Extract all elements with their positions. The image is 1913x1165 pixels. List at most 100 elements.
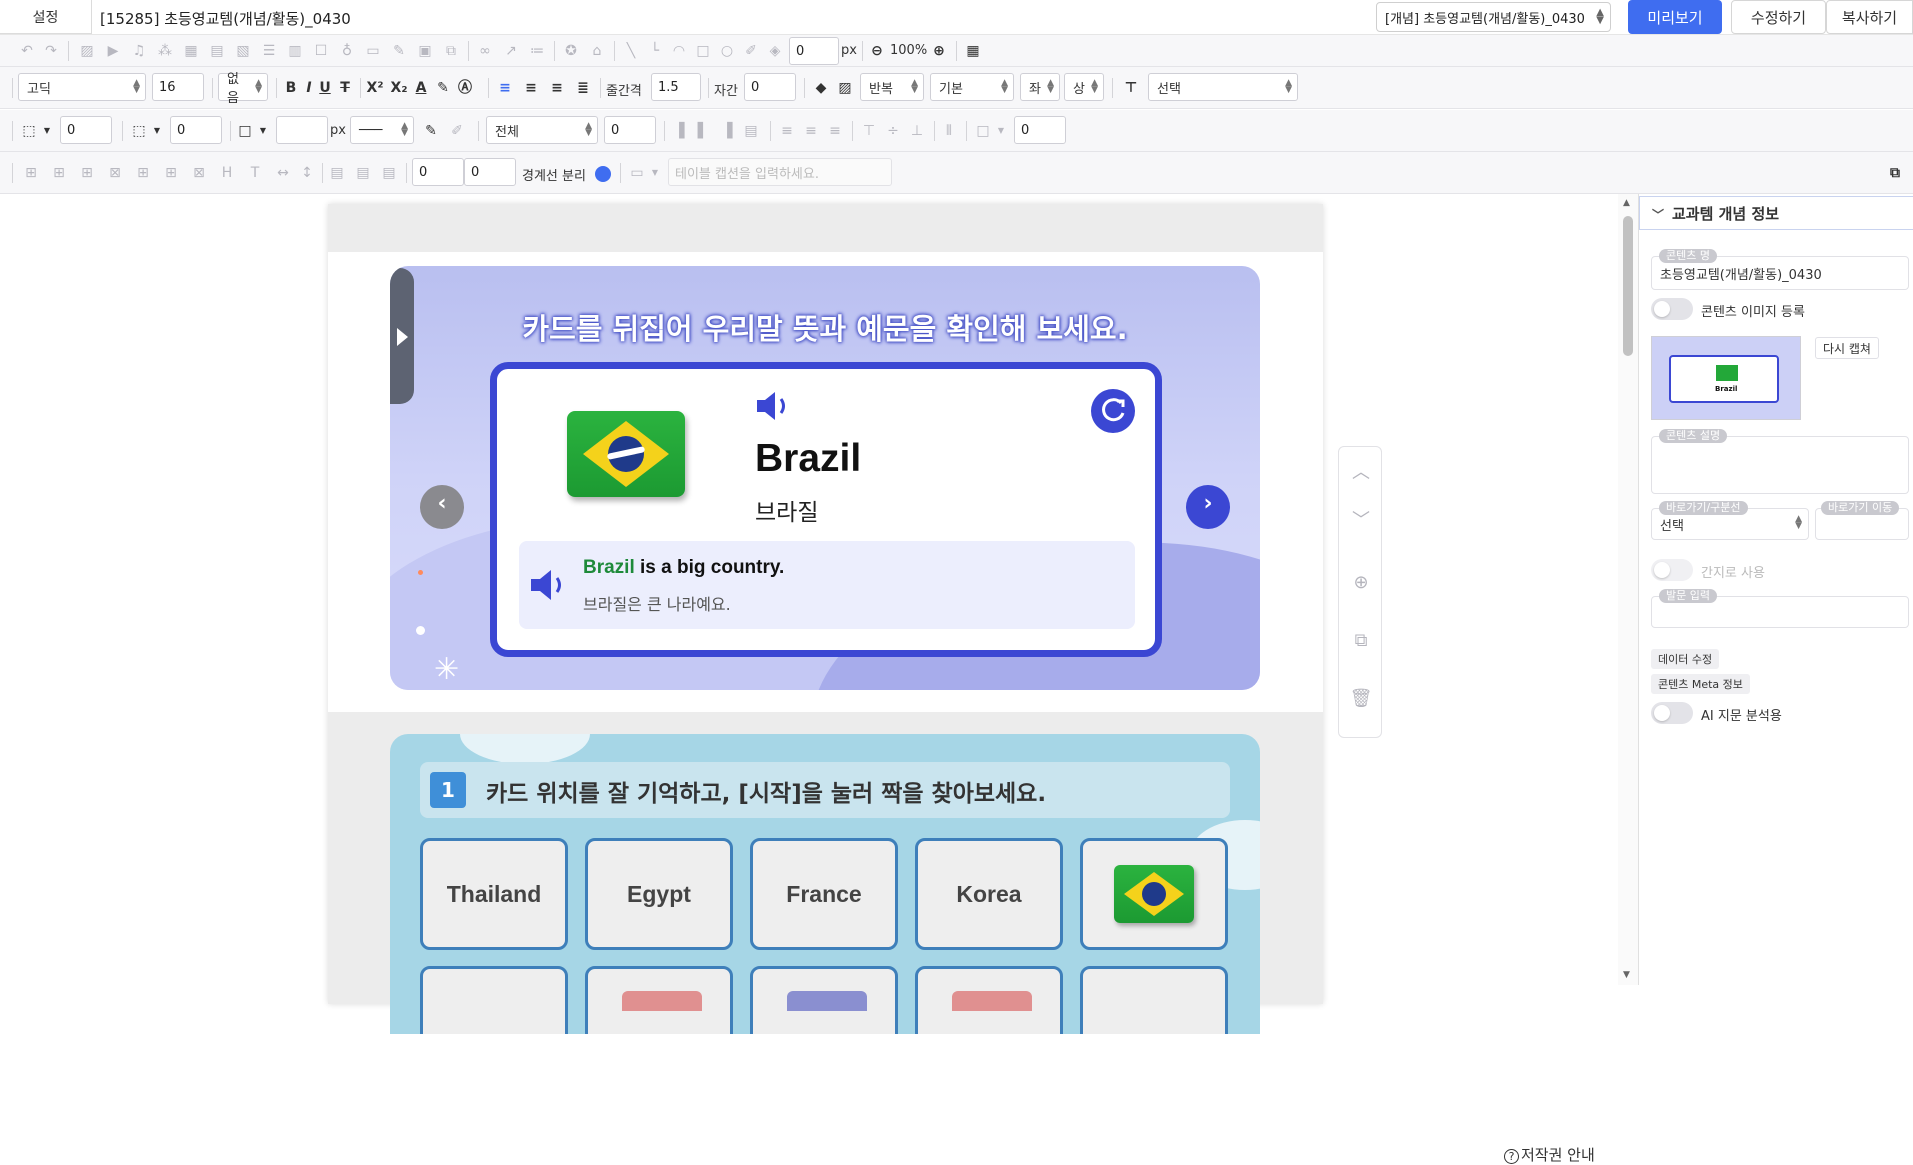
border-split-toggle[interactable] bbox=[595, 166, 611, 182]
stroke-width-input[interactable]: 0 bbox=[789, 37, 839, 65]
align-right-edge-icon[interactable]: ▐ bbox=[718, 122, 736, 140]
valign-middle-icon[interactable]: ÷ bbox=[884, 122, 902, 140]
scroll-up-icon[interactable]: ▲ bbox=[1623, 198, 1630, 208]
highlight-icon[interactable]: ✎ bbox=[434, 79, 452, 97]
grid-icon[interactable]: ▦ bbox=[964, 42, 982, 60]
memory-tile[interactable] bbox=[585, 966, 733, 1034]
preview-button[interactable]: 미리보기 bbox=[1628, 0, 1722, 34]
table-title-icon[interactable]: T bbox=[246, 164, 264, 182]
table-icon[interactable]: ▦ bbox=[182, 42, 200, 60]
add-page-icon[interactable]: ⊕ bbox=[1349, 571, 1373, 595]
settings-button[interactable]: 설정 bbox=[0, 0, 92, 34]
next-card-button[interactable]: › bbox=[1186, 485, 1230, 529]
image-icon[interactable]: ▨ bbox=[78, 42, 96, 60]
form-icon[interactable]: ▣ bbox=[416, 42, 434, 60]
align-left-edge-icon[interactable]: ▐ bbox=[670, 122, 688, 140]
align-right-icon[interactable]: ≡ bbox=[548, 79, 566, 97]
fill-icon[interactable]: ◈ bbox=[766, 42, 784, 60]
dropdown-caret-icon[interactable]: ▼ bbox=[38, 122, 56, 140]
table-header-icon[interactable]: H bbox=[218, 164, 236, 182]
caption-icon[interactable]: ▭ bbox=[628, 164, 646, 182]
font-size-input[interactable]: 16 bbox=[152, 73, 204, 101]
font-family-select[interactable]: 고딕 ▲ ▼ bbox=[18, 73, 146, 101]
trash-icon[interactable]: 🗑 bbox=[1349, 687, 1373, 711]
scroll-thumb[interactable] bbox=[1623, 216, 1633, 356]
text-style-select[interactable]: 없음 ▲ ▼ bbox=[218, 72, 268, 106]
box-size-input[interactable] bbox=[276, 116, 328, 144]
superscript-icon[interactable]: X² bbox=[366, 79, 384, 97]
vertical-position-select[interactable]: 상 ▲ ▼ bbox=[1064, 73, 1104, 101]
subscript-icon[interactable]: X₂ bbox=[390, 79, 408, 97]
cell-align-left-icon[interactable]: ▤ bbox=[328, 164, 346, 182]
padding-input[interactable]: 0 bbox=[170, 116, 222, 144]
paint-bucket-icon[interactable]: ◆ bbox=[812, 79, 830, 97]
star-icon[interactable]: ✪ bbox=[562, 42, 580, 60]
clear-format-icon[interactable]: Ⓐ bbox=[456, 79, 474, 97]
letter-spacing-input[interactable]: 0 bbox=[744, 73, 796, 101]
prev-card-button[interactable]: ‹ bbox=[420, 485, 464, 529]
panel-header[interactable]: ﹀ 교과템 개념 정보 bbox=[1639, 196, 1913, 230]
gallery-icon[interactable]: ▧ bbox=[234, 42, 252, 60]
memory-tile[interactable] bbox=[915, 966, 1063, 1034]
flash-card[interactable]: Brazil 브라질 Brazil is a big country. 브라질은… bbox=[490, 362, 1162, 657]
ai-analysis-toggle[interactable] bbox=[1651, 702, 1693, 724]
rectangle-icon[interactable]: □ bbox=[694, 42, 712, 60]
align-fill-icon[interactable]: ▤ bbox=[742, 122, 760, 140]
strikethrough-icon[interactable]: T bbox=[336, 79, 354, 97]
memory-tile[interactable] bbox=[750, 966, 898, 1034]
editor-canvas[interactable]: ✳ 카드를 뒤집어 우리말 뜻과 예문을 확인해 보세요. ‹ › Brazil… bbox=[0, 194, 1618, 1164]
align-justify-icon[interactable]: ≣ bbox=[574, 79, 592, 97]
duplicate-icon[interactable]: ⧉ bbox=[442, 42, 460, 60]
cell-padding-input[interactable]: 0 bbox=[412, 158, 464, 186]
height-resize-icon[interactable]: ↕ bbox=[298, 164, 316, 182]
padding-icon[interactable]: ⬚ bbox=[130, 122, 148, 140]
align-left-icon[interactable]: ≡ bbox=[496, 79, 514, 97]
border-color-icon[interactable]: ✎ bbox=[422, 122, 440, 140]
comment-icon[interactable]: ☐ bbox=[312, 42, 330, 60]
table-delete-icon[interactable]: ⊠ bbox=[106, 164, 124, 182]
canvas-scrollbar[interactable]: ▲ ▼ bbox=[1618, 194, 1638, 985]
text-align-right-icon[interactable]: ≡ bbox=[826, 122, 844, 140]
share-icon[interactable]: ↗ bbox=[502, 42, 520, 60]
pencil-color-icon[interactable]: ✐ bbox=[742, 42, 760, 60]
window-icon[interactable]: ⧉ bbox=[1886, 164, 1904, 182]
move-down-icon[interactable]: ﹀ bbox=[1349, 509, 1373, 533]
scope-select[interactable]: 전체 ▲ ▼ bbox=[486, 116, 598, 144]
table-remove-icon[interactable]: ⊠ bbox=[190, 164, 208, 182]
underline-icon[interactable]: U bbox=[316, 79, 334, 97]
undo-icon[interactable]: ↶ bbox=[18, 42, 36, 60]
elbow-line-icon[interactable]: └ bbox=[646, 42, 664, 60]
dropdown-caret-icon[interactable]: ▼ bbox=[992, 122, 1010, 140]
video-icon[interactable]: ▶ bbox=[104, 42, 122, 60]
memory-tile[interactable] bbox=[1080, 966, 1228, 1034]
memory-tile[interactable]: Korea bbox=[915, 838, 1063, 950]
recapture-button[interactable]: 다시 캡쳐 bbox=[1815, 337, 1879, 359]
shape-group-icon[interactable]: ⁂ bbox=[156, 42, 174, 60]
speaker-icon[interactable] bbox=[755, 389, 795, 427]
shadow-value-input[interactable]: 0 bbox=[1014, 116, 1066, 144]
input-field-icon[interactable]: ▭ bbox=[364, 42, 382, 60]
text-align-left-icon[interactable]: ≡ bbox=[778, 122, 796, 140]
dropdown-caret-icon[interactable]: ▼ bbox=[254, 122, 272, 140]
flip-card-button[interactable] bbox=[1091, 389, 1135, 433]
layout-icon[interactable]: ▤ bbox=[208, 42, 226, 60]
table-insert-row-icon[interactable]: ⊞ bbox=[22, 164, 40, 182]
data-edit-button[interactable]: 데이터 수정 bbox=[1651, 649, 1720, 669]
line-icon[interactable]: ╲ bbox=[622, 42, 640, 60]
scroll-down-icon[interactable]: ▼ bbox=[1623, 970, 1630, 980]
home-icon[interactable]: ⌂ bbox=[588, 42, 606, 60]
circle-icon[interactable]: ○ bbox=[718, 42, 736, 60]
line-style-select[interactable]: ─── ▲ ▼ bbox=[350, 116, 414, 144]
text-size-icon[interactable]: ⊤ bbox=[1122, 79, 1140, 97]
memory-tile[interactable]: Egypt bbox=[585, 838, 733, 950]
memory-tile[interactable]: Thailand bbox=[420, 838, 568, 950]
valign-bottom-icon[interactable]: ⊥ bbox=[908, 122, 926, 140]
horizontal-position-select[interactable]: 좌 ▲ ▼ bbox=[1020, 73, 1060, 101]
page-select[interactable]: [개념] 초등영교템(개념/활동)_0430 ▲ ▼ bbox=[1376, 2, 1611, 32]
table-caption-input[interactable]: 테이블 캡션을 입력하세요. bbox=[668, 158, 892, 186]
microphone-icon[interactable]: ♁ bbox=[338, 42, 356, 60]
list-icon[interactable]: ☰ bbox=[260, 42, 278, 60]
copy-button[interactable]: 복사하기 bbox=[1826, 0, 1913, 34]
table-insert-col-icon[interactable]: ⊞ bbox=[50, 164, 68, 182]
cell-align-center-icon[interactable]: ▤ bbox=[354, 164, 372, 182]
